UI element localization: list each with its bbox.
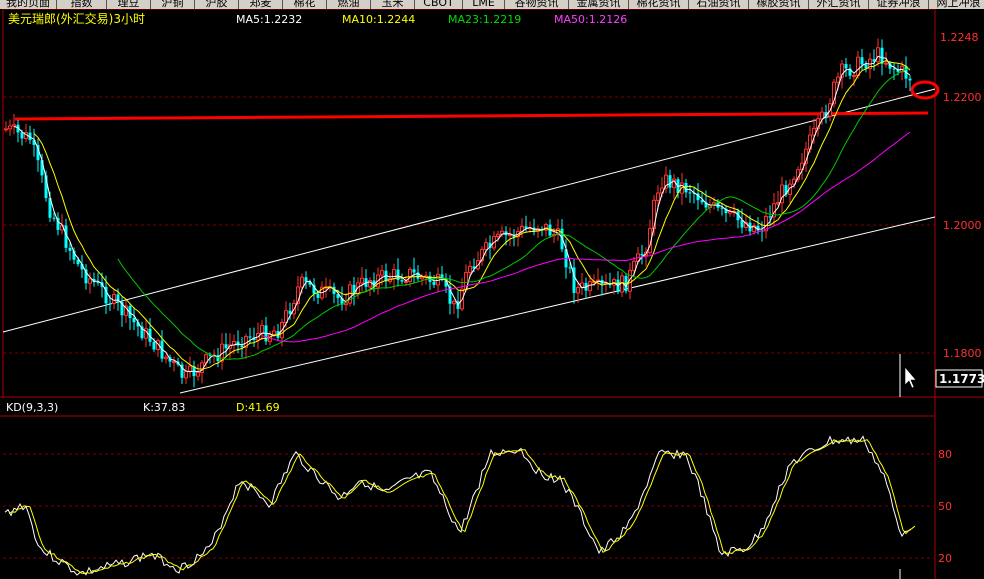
- candle-body: [632, 260, 636, 271]
- tab-14[interactable]: 石油资讯: [689, 0, 749, 9]
- tab-13[interactable]: 棉花资讯: [629, 0, 689, 9]
- tab-1[interactable]: 指数: [57, 0, 107, 9]
- candle-body: [12, 124, 16, 127]
- candle-body: [392, 269, 396, 279]
- candle-body: [344, 302, 348, 306]
- ma10-label: MA10:1.2244: [342, 13, 415, 26]
- candle-body: [452, 300, 456, 305]
- candle-body: [420, 276, 424, 280]
- candle-body: [400, 280, 404, 282]
- tab-2[interactable]: 理豆: [107, 0, 151, 9]
- candle-body: [132, 317, 136, 323]
- price-tick-2: 1.2200: [943, 91, 982, 104]
- kd-title: KD(9,3,3): [6, 401, 58, 414]
- tab-6[interactable]: 棉花: [283, 0, 327, 9]
- ma50-label: MA50:1.2126: [554, 13, 627, 26]
- tab-15[interactable]: 橡胶资讯: [749, 0, 809, 9]
- candle-body: [656, 192, 660, 201]
- tab-0[interactable]: 我的页面: [0, 0, 57, 9]
- candle-body: [272, 330, 276, 336]
- candle-body: [412, 269, 416, 273]
- kd-d-line: [8, 438, 916, 575]
- candle-body: [852, 75, 856, 78]
- tab-12[interactable]: 金属资讯: [569, 0, 629, 9]
- highlight-circle[interactable]: [910, 80, 940, 100]
- candle-body: [856, 56, 860, 77]
- tab-11[interactable]: 谷物资讯: [505, 0, 569, 9]
- candle-body: [380, 270, 384, 276]
- price-tick-top: 1.2248: [940, 31, 979, 44]
- kd-k-line: [4, 435, 912, 576]
- kd-k-value: K:37.83: [143, 401, 185, 414]
- candle-body: [468, 265, 472, 274]
- candle-body: [172, 361, 176, 364]
- candle-body: [892, 68, 896, 70]
- candle-body: [432, 281, 436, 285]
- candle-body: [4, 128, 8, 131]
- candle-body: [248, 336, 252, 338]
- tab-18[interactable]: 网上冲浪: [929, 0, 984, 9]
- candle-body: [408, 268, 412, 282]
- tab-5[interactable]: 郑麦: [239, 0, 283, 9]
- candle-body: [316, 293, 320, 298]
- ma5-label: MA5:1.2232: [236, 13, 302, 26]
- tab-3[interactable]: 沪铜: [151, 0, 195, 9]
- current-price: 1.1773: [939, 372, 984, 386]
- candle-body: [224, 344, 228, 349]
- candle-body: [688, 192, 692, 194]
- candle-body: [300, 276, 304, 288]
- tab-8[interactable]: 玉米: [371, 0, 415, 9]
- candle-body: [164, 356, 168, 360]
- candle-body: [304, 277, 308, 282]
- candle-body: [768, 216, 772, 218]
- price-chart[interactable]: 美元瑞郎(外汇交易)3小时 MA5:1.2232 MA10:1.2244 MA2…: [0, 9, 984, 579]
- kd-tick-50: 50: [938, 500, 952, 513]
- candle-body: [88, 278, 92, 284]
- candle-body: [196, 372, 200, 377]
- candle-body: [640, 253, 644, 256]
- candle-body: [184, 370, 188, 379]
- candle-body: [68, 247, 72, 251]
- tab-9[interactable]: CBOT: [415, 0, 463, 9]
- ma50-line: [261, 131, 911, 343]
- candle-body: [836, 76, 840, 83]
- main-panel-frame: [2, 9, 936, 398]
- candle-body: [484, 242, 488, 250]
- tab-4[interactable]: 沪胶: [195, 0, 239, 9]
- candle-body: [240, 345, 244, 348]
- candle-body: [188, 365, 192, 372]
- candle-body: [568, 267, 572, 269]
- candle-body: [496, 233, 500, 238]
- kd-tick-80: 80: [938, 448, 952, 461]
- candle-body: [668, 175, 672, 188]
- candle-body: [844, 64, 848, 69]
- candle-body: [112, 293, 116, 304]
- candle-body: [152, 341, 156, 350]
- tab-17[interactable]: 证券冲浪: [869, 0, 929, 9]
- candle-body: [860, 57, 864, 65]
- candle-body: [20, 132, 24, 139]
- tab-16[interactable]: 外汇资讯: [809, 0, 869, 9]
- price-tick-4: 1.1800: [943, 347, 982, 360]
- candle-body: [876, 47, 880, 63]
- ma23-label: MA23:1.2219: [448, 13, 521, 26]
- candle-body: [108, 303, 112, 305]
- candle-body: [8, 125, 12, 130]
- candle-body: [52, 217, 56, 219]
- mouse-pointer-icon: [904, 366, 917, 389]
- kd-d-value: D:41.69: [236, 401, 280, 414]
- tab-bar: 我的页面 指数 理豆 沪铜 沪胶 郑麦 棉花 燃油 玉米 CBOT LME 谷物资讯 金属资讯 棉花资讯石…: [0, 0, 984, 9]
- tab-7[interactable]: 燃油: [327, 0, 371, 9]
- instrument-title: 美元瑞郎(外汇交易)3小时: [8, 11, 145, 26]
- price-tick-3: 1.2000: [943, 219, 982, 232]
- tab-10[interactable]: LME: [463, 0, 505, 9]
- kd-tick-20: 20: [938, 552, 952, 565]
- resistance-trendline[interactable]: [14, 111, 929, 121]
- candle-body: [908, 78, 912, 81]
- candle-body: [884, 62, 888, 65]
- candle-body: [576, 286, 580, 294]
- candle-body: [360, 277, 364, 284]
- candle-body: [260, 324, 264, 334]
- candle-body: [820, 111, 824, 120]
